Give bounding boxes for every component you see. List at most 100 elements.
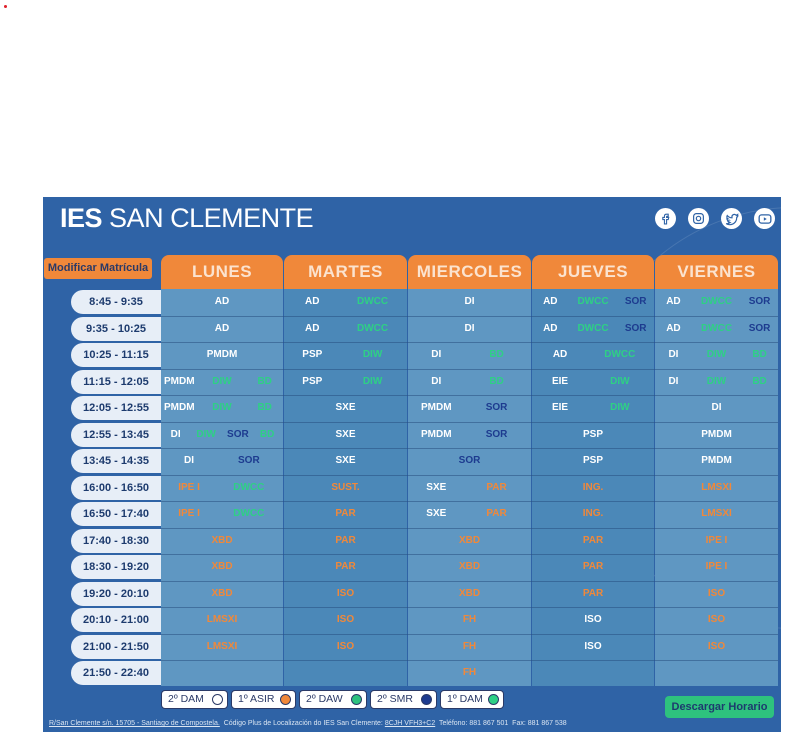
day-header: MARTES [284, 255, 407, 289]
schedule-cell: LMSXI [655, 475, 778, 501]
time-slot: 16:50 - 17:40 [71, 502, 161, 526]
subject-label: LMSXI [206, 614, 238, 625]
footer-address-link[interactable]: R/San Clemente s/n. 15705 - Santiago de … [49, 720, 220, 727]
subject-label: SXE [335, 402, 356, 413]
schedule-cell: LMSXI [161, 634, 283, 660]
subject-label: DWCC [233, 508, 265, 519]
subject-label: SXE [335, 428, 356, 440]
subject-label: AD [214, 296, 230, 307]
subject-label: BD [257, 375, 272, 387]
time-slot: 17:40 - 18:30 [71, 528, 161, 553]
subject-label: AD [214, 322, 230, 334]
schedule-cell: EIE DIW [532, 369, 654, 395]
subject-label: ISO [584, 640, 602, 652]
subject-label: ISO [336, 614, 355, 625]
schedule-cell: AD DWCC SOR [655, 316, 778, 342]
course-filter-chip[interactable]: 2º DAW [299, 690, 367, 709]
subject-label: XBD [458, 587, 481, 599]
course-filter-chip[interactable]: 2º DAM [161, 690, 228, 709]
subject-label: DWCC [604, 349, 636, 360]
subject-label: DIW [610, 402, 630, 413]
footer-plus-code-link[interactable]: 8CJH VFH3+C2 [385, 720, 435, 727]
time-slot: 12:55 - 13:45 [71, 422, 161, 447]
color-dot-icon [351, 694, 362, 705]
subject-label: DWCC [233, 481, 265, 493]
subject-label: AD [543, 322, 558, 334]
subject-label: DI [711, 402, 722, 413]
schedule-cell: FH [408, 634, 531, 660]
schedule-cell: XBD [161, 528, 283, 554]
subject-label: PSP [582, 428, 604, 440]
subject-label: SOR [458, 455, 481, 466]
subject-label: PMDM [206, 349, 238, 360]
time-slot: 10:25 - 11:15 [71, 343, 161, 367]
course-filter-chip[interactable]: 1º DAM [440, 690, 504, 709]
subject-label: SOR [624, 322, 647, 334]
schedule-cell: IPE I DWCC [161, 475, 283, 501]
schedule-cell: ING. [532, 475, 654, 501]
subject-label: PMDM [164, 402, 195, 413]
subject-label: IPE I [178, 481, 200, 493]
subject-label: DI [184, 455, 195, 466]
schedule-cell: PSP [532, 422, 654, 448]
subject-label: IPE I [178, 508, 200, 519]
subject-label: DWCC [700, 322, 733, 334]
instagram-icon[interactable] [688, 208, 709, 229]
schedule-cell: DI BD [408, 369, 531, 395]
schedule-cell: AD [161, 289, 283, 315]
subject-label: DWCC [356, 322, 389, 334]
subject-label: ING. [582, 481, 604, 493]
day-header: MIERCOLES [408, 255, 531, 289]
subject-label: BD [489, 349, 504, 360]
time-slot: 21:00 - 21:50 [71, 634, 161, 659]
download-schedule-button[interactable]: Descargar Horario [665, 696, 774, 718]
subject-label: ISO [584, 614, 602, 625]
twitter-icon[interactable] [721, 208, 742, 229]
schedule-cell: IPE I DWCC [161, 501, 283, 527]
subject-label: PMDM [701, 455, 732, 466]
schedule-cell: ISO [655, 634, 778, 660]
subject-label: AD [552, 349, 568, 360]
subject-label: DIW [212, 402, 232, 413]
subject-label: PAR [582, 587, 604, 599]
subject-label: BD [257, 402, 272, 413]
subject-label: DWCC [700, 296, 733, 307]
schedule-cell: DI [408, 316, 531, 342]
schedule-cell: AD DWCC [532, 342, 654, 368]
subject-label: SOR [748, 296, 771, 307]
schedule-cell: XBD [161, 554, 283, 580]
schedule-cell: SOR [408, 448, 531, 474]
subject-label: PAR [486, 481, 507, 493]
color-dot-icon [212, 694, 223, 705]
subject-label: PAR [335, 561, 356, 572]
schedule-cell: PMDM DIW BD [161, 369, 283, 395]
subject-label: ISO [707, 587, 726, 599]
subject-label: PMDM [701, 428, 732, 440]
subject-label: PSP [582, 455, 604, 466]
modify-enrollment-button[interactable]: Modificar Matrícula [44, 258, 152, 279]
subject-label: PMDM [164, 375, 195, 387]
subject-label: DIW [212, 375, 232, 387]
subject-label: PAR [582, 561, 604, 572]
subject-label: ISO [707, 614, 726, 625]
subject-label: DWCC [577, 322, 609, 334]
course-filter-label: 2º DAW [306, 693, 343, 705]
subject-label: LMSXI [701, 508, 732, 519]
facebook-icon[interactable] [655, 208, 676, 229]
subject-label: BD [259, 428, 275, 440]
course-filter-chip[interactable]: 2º SMR [370, 690, 437, 709]
course-filter-chip[interactable]: 1º ASIR [231, 690, 296, 709]
subject-label: DIW [362, 349, 383, 360]
schedule-cell: LMSXI [655, 501, 778, 527]
school-logo[interactable]: IES SAN CLEMENTE [60, 203, 314, 233]
youtube-icon[interactable] [754, 208, 775, 229]
schedule-cell [284, 660, 407, 686]
schedule-cell: PAR [284, 554, 407, 580]
subject-label: SOR [237, 455, 260, 466]
schedule-cell: PMDM [161, 342, 283, 368]
subject-label: PSP [302, 375, 323, 387]
schedule-cell: ISO [284, 581, 407, 607]
schedule-cell: DI [655, 395, 778, 421]
schedule-cell: AD DWCC [284, 316, 407, 342]
schedule-cell: DI [408, 289, 531, 315]
